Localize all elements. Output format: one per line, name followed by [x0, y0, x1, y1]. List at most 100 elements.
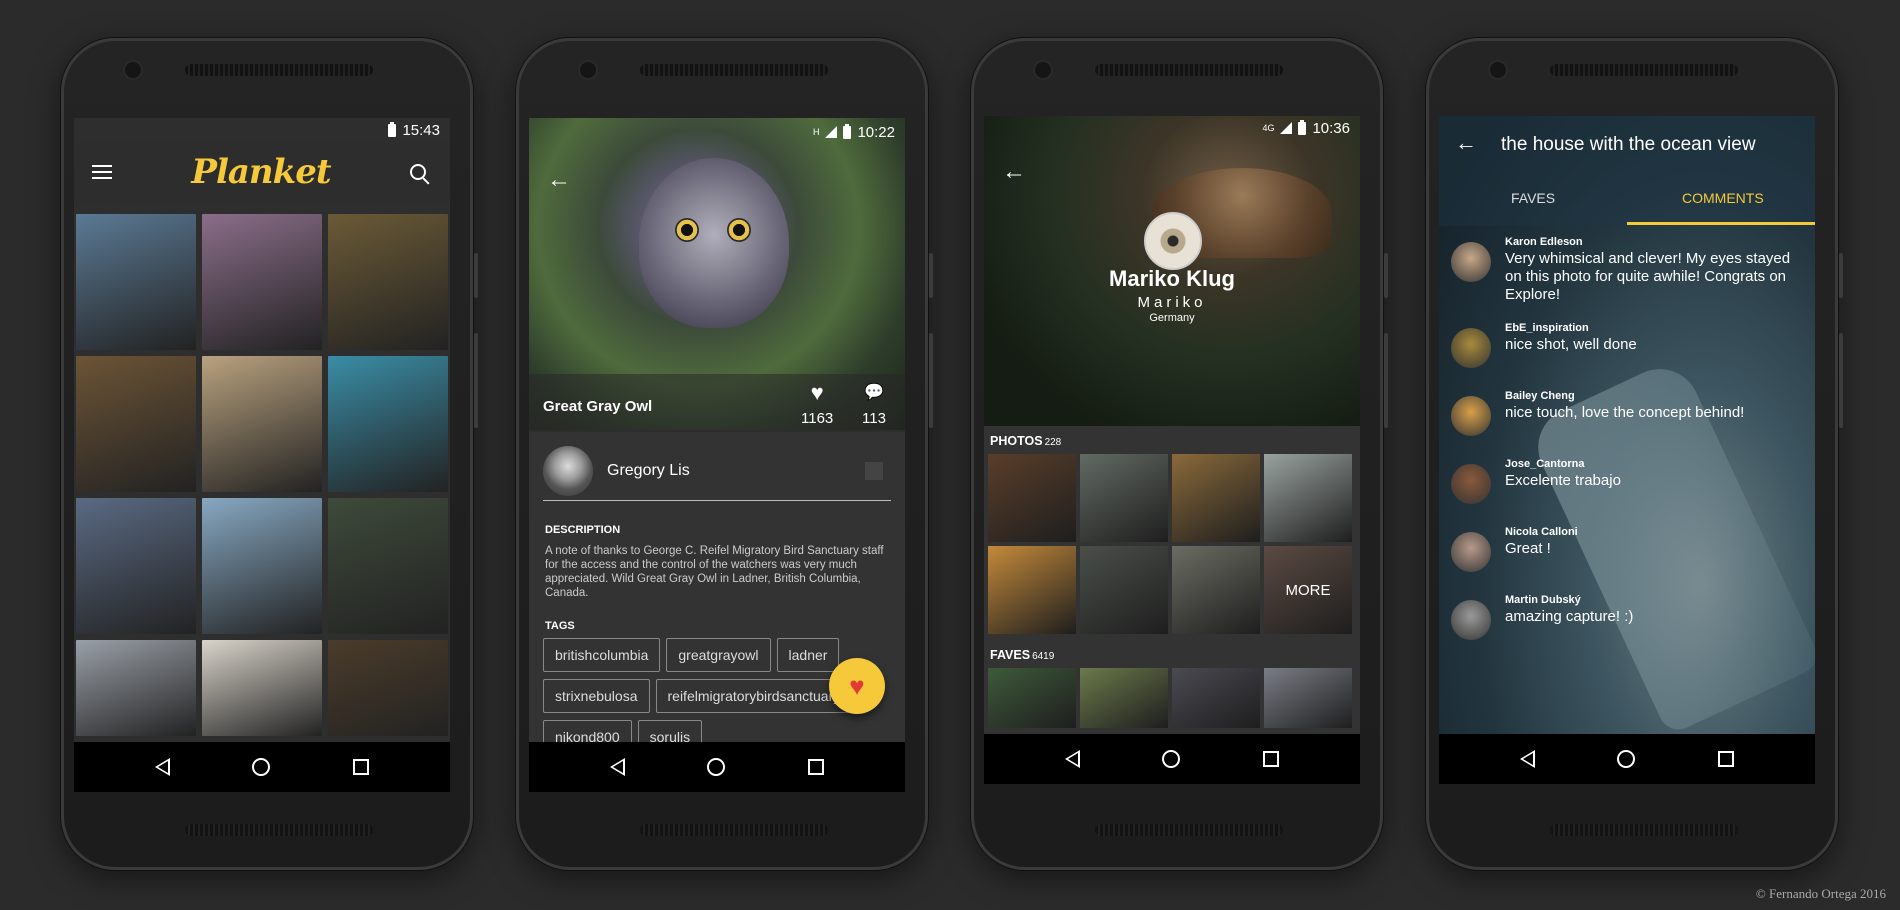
commenter-avatar[interactable] — [1451, 600, 1491, 640]
photo-thumbnail[interactable] — [1080, 546, 1168, 634]
comment-text: nice shot, well done — [1505, 336, 1637, 353]
commenter-avatar[interactable] — [1451, 242, 1491, 282]
copyright: © Fernando Ortega 2016 — [1755, 886, 1886, 901]
photo-thumbnail[interactable] — [988, 454, 1076, 542]
nav-home-icon[interactable] — [252, 758, 271, 776]
nav-bar — [529, 742, 905, 792]
photo-thumbnail[interactable] — [328, 356, 448, 492]
photo-thumbnail[interactable] — [1080, 454, 1168, 542]
nav-bar — [1439, 734, 1815, 784]
owl-eye-left — [675, 218, 699, 242]
profile-avatar — [1144, 212, 1202, 270]
tag-chip[interactable]: reifelmigratorybirdsanctuary — [655, 679, 853, 713]
photo-thumbnail[interactable] — [1264, 668, 1352, 728]
active-tab-indicator — [1627, 222, 1815, 225]
photo-thumbnail[interactable] — [202, 356, 322, 492]
author-name[interactable]: Gregory Lis — [607, 462, 865, 480]
more-button[interactable]: MORE — [1264, 546, 1352, 634]
screen-profile: 4G 10:36 ← Mariko Klug Mariko Germany PH… — [984, 116, 1360, 784]
tab-faves[interactable]: FAVES — [1511, 190, 1555, 206]
volume-button — [474, 253, 478, 298]
follow-checkbox[interactable] — [865, 462, 883, 480]
power-button — [929, 333, 933, 428]
faves-label: FAVES — [990, 648, 1031, 662]
photo-thumbnail[interactable] — [76, 640, 196, 736]
commenter-name[interactable]: Nicola Calloni — [1505, 526, 1578, 538]
nav-back-icon[interactable] — [610, 758, 626, 776]
speaker-bottom — [640, 824, 828, 836]
photo-thumbnail[interactable] — [328, 214, 448, 350]
status-bar: H 10:22 — [529, 120, 905, 144]
photo-thumbnail[interactable] — [76, 356, 196, 492]
comment-text: Very whimsical and clever! My eyes staye… — [1505, 250, 1791, 303]
photo-thumbnail[interactable] — [328, 498, 448, 634]
nav-recent-icon[interactable] — [352, 759, 369, 775]
owl-image — [639, 158, 789, 328]
author-avatar[interactable] — [543, 446, 593, 496]
nav-home-icon[interactable] — [1617, 750, 1636, 768]
commenter-avatar[interactable] — [1451, 396, 1491, 436]
more-label: MORE — [1285, 581, 1331, 599]
status-time: 10:36 — [1312, 119, 1350, 137]
menu-icon[interactable] — [92, 165, 112, 179]
tag-chip[interactable]: greatgrayowl — [666, 638, 771, 672]
profile-country: Germany — [1149, 312, 1195, 324]
nav-back-icon[interactable] — [1065, 750, 1081, 768]
battery-icon — [388, 121, 397, 137]
photo-thumbnail[interactable] — [988, 668, 1076, 728]
commenter-name[interactable]: Karon Edleson — [1505, 236, 1805, 248]
photo-thumbnail[interactable] — [1172, 668, 1260, 728]
nav-recent-icon[interactable] — [1262, 751, 1279, 767]
description-text: A note of thanks to George C. Reifel Mig… — [545, 545, 884, 599]
photo-thumbnail[interactable] — [328, 640, 448, 736]
photo-thumbnail[interactable] — [76, 498, 196, 634]
screen-photo-detail: ← Great Gray Owl ♥ 1163 💬 113 H 10:22 Gr… — [529, 118, 905, 792]
owl-photo[interactable]: ← Great Gray Owl ♥ 1163 💬 113 — [529, 118, 905, 432]
status-time: 15:43 — [402, 121, 440, 139]
photo-thumbnail[interactable] — [1172, 454, 1260, 542]
network-indicator: 4G — [1262, 123, 1275, 133]
commenter-avatar[interactable] — [1451, 464, 1491, 504]
photo-thumbnail[interactable] — [1080, 668, 1168, 728]
nav-back-icon[interactable] — [155, 758, 171, 776]
back-arrow-icon[interactable]: ← — [1455, 130, 1477, 156]
commenter-avatar[interactable] — [1451, 532, 1491, 572]
comment-stat[interactable]: 💬 113 — [862, 382, 886, 427]
nav-recent-icon[interactable] — [1717, 751, 1734, 767]
heart-icon: ♥ — [849, 670, 865, 701]
commenter-name[interactable]: Bailey Cheng — [1505, 390, 1744, 402]
commenter-name[interactable]: Martin Dubský — [1505, 594, 1633, 606]
comment-item: Bailey Cheng nice touch, love the concept… — [1451, 390, 1805, 436]
tag-chip[interactable]: ladner — [776, 638, 840, 672]
tab-comments[interactable]: COMMENTS — [1682, 190, 1764, 206]
photo-thumbnail[interactable] — [1172, 546, 1260, 634]
author-row[interactable]: Gregory Lis — [543, 442, 891, 501]
photo-thumbnail[interactable] — [202, 498, 322, 634]
photos-grid: MORE — [988, 454, 1352, 634]
commenter-avatar[interactable] — [1451, 328, 1491, 368]
photo-thumbnail[interactable] — [202, 214, 322, 350]
nav-back-icon[interactable] — [1520, 750, 1536, 768]
nav-recent-icon[interactable] — [807, 759, 824, 775]
commenter-name[interactable]: Jose_Cantorna — [1505, 458, 1621, 470]
like-stat[interactable]: ♥ 1163 — [801, 382, 833, 428]
status-bar: 15:43 — [74, 118, 450, 142]
back-arrow-icon[interactable]: ← — [547, 166, 571, 194]
tag-chip[interactable]: strixnebulosa — [543, 679, 650, 713]
photos-label: PHOTOS — [990, 434, 1043, 448]
photo-thumbnail[interactable] — [988, 546, 1076, 634]
screen-comments: ← the house with the ocean view FAVES CO… — [1439, 116, 1815, 784]
search-icon[interactable] — [409, 164, 426, 180]
tag-chip[interactable]: britishcolumbia — [543, 638, 661, 672]
speaker-top — [1550, 64, 1738, 76]
favorite-fab[interactable]: ♥ — [829, 658, 885, 714]
battery-icon — [1298, 119, 1307, 135]
photo-thumbnail[interactable] — [76, 214, 196, 350]
photo-thumbnail[interactable] — [1264, 454, 1352, 542]
nav-home-icon[interactable] — [1162, 750, 1181, 768]
photo-thumbnail[interactable] — [202, 640, 322, 736]
back-arrow-icon[interactable]: ← — [1002, 158, 1026, 186]
nav-home-icon[interactable] — [707, 758, 726, 776]
commenter-name[interactable]: EbE_inspiration — [1505, 322, 1637, 334]
owl-eye-right — [727, 218, 751, 242]
